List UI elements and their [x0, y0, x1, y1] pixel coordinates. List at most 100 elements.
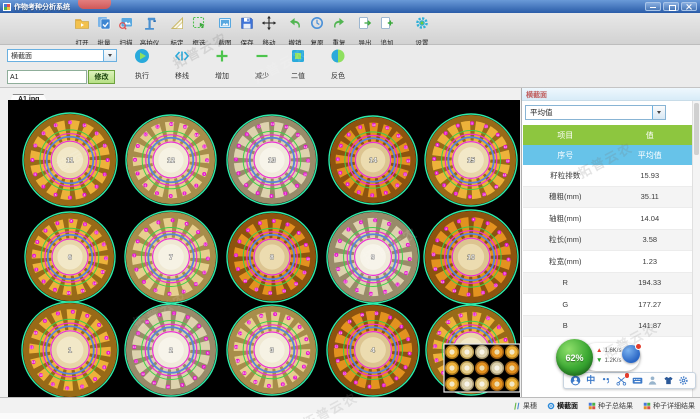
sample-name-input[interactable] [7, 70, 87, 84]
kernel-dot-number: 15 [95, 132, 99, 136]
boxselect-button[interactable]: 框选 [188, 15, 210, 47]
scan-icon [118, 15, 134, 36]
cob[interactable]: 123456789101112131415161 [22, 302, 118, 397]
kernel-dot-number: 16 [244, 279, 248, 283]
undo-icon [287, 15, 303, 36]
cob[interactable]: 123456789101112131415168 [227, 212, 317, 302]
tab-strip: A1.jpg [0, 88, 521, 100]
kernel-dot-number: 15 [137, 331, 141, 335]
stat-mode-select[interactable]: 平均值 [525, 105, 666, 120]
kernel-dot-number: 13 [339, 331, 343, 335]
statusbar-tab[interactable]: 果穗 [513, 397, 537, 415]
cob[interactable]: 123456789101112131415163 [227, 305, 317, 395]
settings-button[interactable]: 设置 [411, 15, 433, 47]
thumbnail-inset[interactable] [444, 344, 520, 392]
move-button[interactable]: 移动 [258, 15, 280, 47]
plus-button[interactable]: 增加 [202, 48, 242, 81]
person-icon[interactable] [647, 375, 658, 386]
image-canvas[interactable]: 1234567891011121314151611 123456789101112… [8, 100, 520, 397]
screenshot-button[interactable]: 截图 [214, 15, 236, 47]
cob-number: 11 [66, 158, 74, 165]
open-button[interactable]: 打开 [71, 15, 93, 47]
kernel-dot-number: 15 [203, 145, 207, 149]
close-button[interactable] [681, 2, 697, 11]
kernel-dot-number: 15 [306, 159, 310, 163]
chevron-down-icon[interactable] [652, 106, 665, 119]
maximize-button[interactable] [663, 2, 679, 11]
table-row[interactable]: B141.87 [523, 316, 692, 338]
undo-button[interactable]: 撤销 [284, 15, 306, 47]
cob[interactable]: 1234567891011121314151614 [329, 116, 417, 204]
calibrate-button[interactable]: 标定 [166, 15, 188, 47]
cob-thumbnail-center [494, 349, 499, 354]
scrollbar-thumb[interactable] [694, 103, 699, 155]
grid-icon [643, 397, 651, 415]
invert-button[interactable]: 反色 [318, 48, 358, 81]
memory-usage-ball[interactable]: 62% [556, 339, 593, 376]
binary-button[interactable]: 二值 [278, 48, 318, 81]
batch-button[interactable]: 批量 [93, 15, 115, 47]
save-button[interactable]: 保存 [236, 15, 258, 47]
kernel-dot-number: 12 [335, 345, 339, 349]
doccam-button[interactable]: 高拍仪 [137, 15, 162, 47]
table-row[interactable]: 轴粗(mm)14.04 [523, 208, 692, 230]
cob-image[interactable]: 1234567891011121314151611 123456789101112… [8, 100, 520, 397]
grid-icon [588, 397, 596, 415]
speed-ball-widget[interactable]: ▲ 1.6K/s ▼ 1.2K/s 62% [556, 339, 646, 377]
export-button[interactable]: 导出 [354, 15, 376, 47]
view-mode-select[interactable]: 横截面 [7, 49, 117, 62]
chevron-down-icon[interactable] [103, 50, 116, 61]
cob-number: 1 [68, 348, 72, 355]
cob[interactable]: 1234567891011121314151610 [424, 210, 518, 304]
modify-button[interactable]: 修改 [88, 70, 115, 84]
statusbar-tab[interactable]: 种子总结果 [588, 397, 633, 415]
cob[interactable]: 123456789101112131415167 [125, 211, 217, 303]
statusbar-tab[interactable]: 横截面 [547, 397, 578, 415]
cob-thumbnail-center [464, 381, 469, 386]
panel-scrollbar[interactable] [692, 101, 700, 397]
cob[interactable]: 123456789101112131415169 [327, 211, 419, 303]
kernel-dot-number: 15 [255, 288, 259, 292]
cob[interactable]: 123456789101112131415164 [327, 304, 419, 396]
restore-button[interactable]: 复原 [306, 15, 328, 47]
moveline-button[interactable]: 移线 [162, 48, 202, 81]
cob[interactable]: 1234567891011121314151615 [425, 114, 517, 206]
table-row[interactable]: 粒长(mm)3.58 [523, 230, 692, 252]
table-row[interactable]: G177.27 [523, 294, 692, 316]
table-body: 籽粒排数15.93穗粗(mm)35.11轴粗(mm)14.04粒长(mm)3.5… [523, 165, 692, 337]
row-value: 141.87 [608, 316, 693, 337]
cob-thumbnail-center [494, 381, 499, 386]
row-value: 194.33 [608, 273, 693, 294]
cob[interactable]: 1234567891011121314151611 [23, 113, 117, 207]
cob[interactable]: 123456789101112131415166 [25, 212, 115, 302]
boost-ball-icon[interactable] [622, 345, 640, 363]
skin-icon[interactable] [663, 375, 674, 386]
cob[interactable]: 123456789101112131415162 [125, 304, 217, 396]
scan-button[interactable]: 扫描 [115, 15, 137, 47]
settings-icon[interactable] [678, 375, 689, 386]
kernel-dot-number: 16 [482, 193, 486, 197]
kernel-dot-number: 12 [294, 282, 298, 286]
table-row[interactable]: 穗粗(mm)35.11 [523, 187, 692, 209]
kernel-dot-number: 10 [34, 144, 38, 148]
table-row[interactable]: 籽粒排数15.93 [523, 165, 692, 187]
table-row[interactable]: 粒宽(mm)1.23 [523, 251, 692, 273]
statusbar-tab[interactable]: 种子详细结果 [643, 397, 695, 415]
cob-number: 2 [169, 348, 173, 355]
kernel-dot-number: 11 [156, 125, 159, 129]
view-mode-value: 横截面 [8, 51, 103, 61]
kernel-dot-number: 11 [434, 344, 437, 348]
minus-button[interactable]: 减少 [242, 48, 282, 81]
append-button[interactable]: 追加 [376, 15, 398, 47]
cob[interactable]: 1234567891011121314151613 [227, 115, 317, 205]
ear-icon [513, 397, 521, 415]
kernel-dot-number: 11 [396, 283, 399, 287]
redo-button[interactable]: 重复 [328, 15, 350, 47]
row-label: G [523, 294, 608, 315]
cob[interactable]: 1234567891011121314151612 [126, 115, 216, 205]
minimize-button[interactable] [645, 2, 661, 11]
table-row[interactable]: R194.33 [523, 273, 692, 295]
row-value: 35.11 [608, 187, 693, 208]
kernel-dot-number: 13 [234, 345, 238, 349]
play-button[interactable]: 执行 [122, 48, 162, 81]
